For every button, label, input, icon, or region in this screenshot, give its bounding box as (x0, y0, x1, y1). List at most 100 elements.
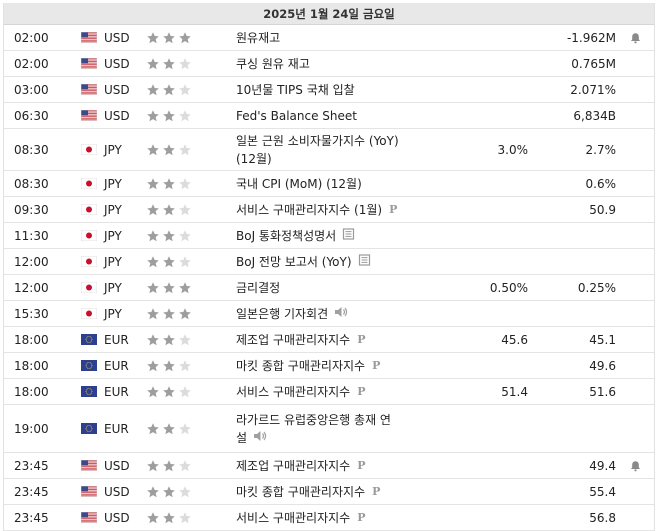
event-name[interactable]: 라가르드 유럽중앙은행 총재 연 (236, 413, 391, 427)
importance-star-icon (178, 385, 192, 399)
alert-bell-icon[interactable] (628, 249, 642, 274)
alert-bell-icon[interactable] (628, 223, 642, 248)
event-row[interactable]: 03:00 USD 10년물 TIPS 국채 입찰 2.071% (4, 77, 654, 103)
event-name[interactable]: 원유재고 (236, 31, 280, 45)
importance-star-icon (178, 203, 192, 217)
importance-star-icon (178, 511, 192, 525)
alert-bell-icon[interactable] (628, 25, 642, 50)
event-name-cell[interactable]: 마킷 종합 구매관리자지수 P (236, 479, 426, 504)
event-row[interactable]: 18:00 EUR 마킷 종합 구매관리자지수 P 49.6 (4, 353, 654, 379)
importance-star-icon (162, 255, 176, 269)
event-row[interactable]: 12:00 JPY BoJ 전망 보고서 (YoY) (4, 249, 654, 275)
alert-bell-icon[interactable] (628, 301, 642, 326)
alert-bell-icon[interactable] (628, 379, 642, 404)
alert-bell-icon[interactable] (628, 129, 642, 170)
alert-bell-icon[interactable] (628, 453, 642, 478)
importance-star-icon (178, 485, 192, 499)
event-name[interactable]: 일본은행 기자회견 (236, 307, 328, 321)
event-name-cell[interactable]: 금리결정 (236, 275, 426, 300)
event-name-continued[interactable]: (12월) (236, 152, 272, 166)
event-name-cell[interactable]: 서비스 구매관리자지수 P (236, 505, 426, 530)
importance-star-icon (162, 422, 176, 436)
event-name-cell[interactable]: 서비스 구매관리자지수 P (236, 379, 426, 404)
event-name-cell[interactable]: 제조업 구매관리자지수 P (236, 327, 426, 352)
event-forecast: 55.4 (589, 484, 616, 499)
preliminary-icon: P (372, 485, 381, 499)
alert-bell-icon[interactable] (628, 275, 642, 300)
event-time: 03:00 (14, 82, 49, 97)
event-name[interactable]: 일본 근원 소비자물가지수 (YoY) (236, 134, 399, 148)
event-row[interactable]: 02:00 USD 원유재고 -1.962M (4, 25, 654, 51)
event-row[interactable]: 18:00 EUR 서비스 구매관리자지수 P 51.4 51.6 (4, 379, 654, 405)
importance-star-icon (146, 422, 160, 436)
event-row[interactable]: 02:00 USD 쿠싱 원유 재고 0.765M (4, 51, 654, 77)
event-forecast: 45.1 (589, 332, 616, 347)
event-actual (464, 223, 528, 248)
importance-star-icon (146, 83, 160, 97)
event-name-cell[interactable]: Fed's Balance Sheet (236, 103, 426, 128)
event-currency: EUR (104, 358, 129, 373)
event-name[interactable]: 제조업 구매관리자지수 (236, 459, 350, 473)
event-name-cell[interactable]: 제조업 구매관리자지수 P (236, 453, 426, 478)
event-row[interactable]: 18:00 EUR 제조업 구매관리자지수 P 45.6 45.1 (4, 327, 654, 353)
event-name[interactable]: BoJ 전망 보고서 (YoY) (236, 255, 352, 269)
alert-bell-icon[interactable] (628, 327, 642, 352)
event-name[interactable]: 서비스 구매관리자지수 (236, 385, 350, 399)
event-name[interactable]: 쿠싱 원유 재고 (236, 57, 310, 71)
event-name[interactable]: 국내 CPI (MoM) (12월) (236, 177, 362, 191)
alert-bell-icon[interactable] (628, 103, 642, 128)
alert-bell-icon[interactable] (628, 505, 642, 530)
event-name-cell[interactable]: 서비스 구매관리자지수 (1월) P (236, 197, 426, 222)
event-name-cell[interactable]: BoJ 전망 보고서 (YoY) (236, 249, 426, 274)
event-name-cell[interactable]: 쿠싱 원유 재고 (236, 51, 426, 76)
alert-bell-icon[interactable] (628, 171, 642, 196)
event-name[interactable]: 마킷 종합 구매관리자지수 (236, 359, 365, 373)
event-name[interactable]: 10년물 TIPS 국채 입찰 (236, 83, 355, 97)
event-name-cell[interactable]: BoJ 통화정책성명서 (236, 223, 426, 248)
event-row[interactable]: 23:45 USD 서비스 구매관리자지수 P 56.8 (4, 505, 654, 531)
jp-flag-icon (81, 171, 97, 196)
alert-bell-icon[interactable] (628, 479, 642, 504)
event-row[interactable]: 19:00 EUR 라가르드 유럽중앙은행 총재 연 설 (4, 405, 654, 453)
event-name[interactable]: BoJ 통화정책성명서 (236, 229, 336, 243)
importance-star-icon (146, 229, 160, 243)
event-row[interactable]: 08:30 JPY 국내 CPI (MoM) (12월) 0.6% (4, 171, 654, 197)
event-name-continued[interactable]: 설 (236, 431, 247, 445)
event-row[interactable]: 08:30 JPY 일본 근원 소비자물가지수 (YoY) (12월) 3.0%… (4, 129, 654, 171)
event-time: 12:00 (14, 280, 49, 295)
alert-bell-icon[interactable] (628, 51, 642, 76)
event-name[interactable]: 금리결정 (236, 281, 280, 295)
preliminary-icon: P (357, 385, 366, 399)
document-icon (358, 253, 371, 271)
importance-star-icon (162, 177, 176, 191)
event-name[interactable]: 마킷 종합 구매관리자지수 (236, 485, 365, 499)
event-currency: JPY (104, 228, 122, 243)
importance-star-icon (178, 31, 192, 45)
event-forecast: 0.6% (585, 176, 617, 191)
event-name-cell[interactable]: 일본 근원 소비자물가지수 (YoY) (12월) (236, 129, 426, 170)
event-row[interactable]: 15:30 JPY 일본은행 기자회견 (4, 301, 654, 327)
event-name-cell[interactable]: 10년물 TIPS 국채 입찰 (236, 77, 426, 102)
event-name[interactable]: Fed's Balance Sheet (236, 109, 357, 123)
alert-bell-icon[interactable] (628, 77, 642, 102)
event-name-cell[interactable]: 일본은행 기자회견 (236, 301, 426, 326)
event-row[interactable]: 11:30 JPY BoJ 통화정책성명서 (4, 223, 654, 249)
event-name[interactable]: 제조업 구매관리자지수 (236, 333, 350, 347)
event-name-cell[interactable]: 마킷 종합 구매관리자지수 P (236, 353, 426, 378)
event-time: 18:00 (14, 358, 49, 373)
event-row[interactable]: 23:45 USD 마킷 종합 구매관리자지수 P 55.4 (4, 479, 654, 505)
alert-bell-icon[interactable] (628, 353, 642, 378)
event-name-cell[interactable]: 원유재고 (236, 25, 426, 50)
event-row[interactable]: 12:00 JPY 금리결정 0.50% 0.25% (4, 275, 654, 301)
event-name[interactable]: 서비스 구매관리자지수 (1월) (236, 203, 382, 217)
preliminary-icon: P (372, 359, 381, 373)
alert-bell-icon[interactable] (628, 405, 642, 452)
event-name-cell[interactable]: 라가르드 유럽중앙은행 총재 연 설 (236, 405, 426, 452)
event-forecast: 49.4 (589, 458, 616, 473)
alert-bell-icon[interactable] (628, 197, 642, 222)
event-row[interactable]: 09:30 JPY 서비스 구매관리자지수 (1월) P 50.9 (4, 197, 654, 223)
event-row[interactable]: 23:45 USD 제조업 구매관리자지수 P 49.4 (4, 453, 654, 479)
event-row[interactable]: 06:30 USD Fed's Balance Sheet 6,834B (4, 103, 654, 129)
event-name-cell[interactable]: 국내 CPI (MoM) (12월) (236, 171, 426, 196)
event-name[interactable]: 서비스 구매관리자지수 (236, 511, 350, 525)
